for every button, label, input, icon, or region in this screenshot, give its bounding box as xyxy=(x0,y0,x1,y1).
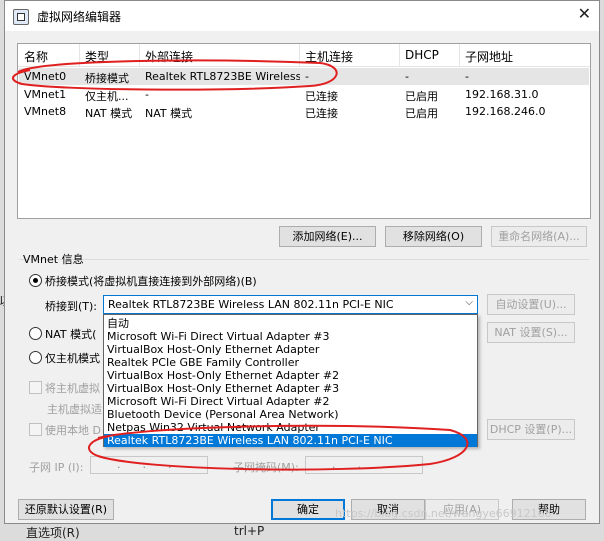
cell: Realtek RTL8723BE Wireless... xyxy=(145,70,300,83)
dropdown-option-selected[interactable]: Realtek RTL8723BE Wireless LAN 802.11n P… xyxy=(104,434,477,447)
cell: NAT 模式 xyxy=(145,107,193,120)
nat-label[interactable]: NAT 模式( xyxy=(45,326,96,342)
hostonly-label[interactable]: 仅主机模式 xyxy=(45,350,100,366)
dhcp-settings-button[interactable]: DHCP 设置(P)... xyxy=(487,419,575,440)
cell: 已连接 xyxy=(305,107,338,120)
cell: VMnet1 xyxy=(24,88,67,101)
cell: 桥接模式 xyxy=(85,72,129,85)
table-row[interactable]: VMnet1 仅主机... - 已连接 已启用 192.168.31.0 xyxy=(19,86,589,103)
nat-settings-button[interactable]: NAT 设置(S)... xyxy=(487,322,575,343)
bridge-to-label: 桥接到(T): xyxy=(45,300,98,313)
connect-host-checkbox[interactable] xyxy=(29,381,42,394)
nat-radio[interactable] xyxy=(29,327,42,340)
subnet-mask-label: 子网掩码(M): xyxy=(233,461,299,474)
cell: - xyxy=(405,70,409,83)
rename-network-button[interactable]: 重命名网络(A)... xyxy=(491,226,587,247)
cell: 192.168.246.0 xyxy=(465,105,546,118)
bridge-to-value: Realtek RTL8723BE Wireless LAN 802.11n P… xyxy=(108,298,394,311)
host-adapter-label: 主机虚拟适 xyxy=(47,403,102,416)
restore-defaults-button[interactable]: 还原默认设置(R) xyxy=(18,499,114,520)
dropdown-option[interactable]: VirtualBox Host-Only Ethernet Adapter xyxy=(104,343,477,356)
cell: - xyxy=(465,70,469,83)
col-type[interactable]: 类型 xyxy=(85,48,109,65)
col-external[interactable]: 外部连接 xyxy=(145,48,193,65)
cell: 仅主机... xyxy=(85,90,129,103)
use-dhcp-label: 使用本地 D xyxy=(45,424,101,437)
table-row[interactable]: VMnet0 桥接模式 Realtek RTL8723BE Wireless..… xyxy=(19,68,589,85)
table-row[interactable]: VMnet8 NAT 模式 NAT 模式 已连接 已启用 192.168.246… xyxy=(19,103,589,120)
list-header: 名称 类型 外部连接 主机连接 DHCP 子网地址 xyxy=(18,44,590,67)
title-bar: 虚拟网络编辑器 ✕ xyxy=(5,1,599,31)
dropdown-option[interactable]: Netpas Win32 Virtual Network Adapter xyxy=(104,421,477,434)
dropdown-option[interactable]: Microsoft Wi-Fi Direct Virtual Adapter #… xyxy=(104,395,477,408)
cell: 192.168.31.0 xyxy=(465,88,539,101)
bridged-radio[interactable] xyxy=(29,274,42,287)
dropdown-option[interactable]: 自动 xyxy=(104,317,477,330)
watermark: https://blog.csdn.net/wangye66912168 xyxy=(335,507,552,520)
connect-host-label: 将主机虚拟 xyxy=(45,382,100,395)
window-title: 虚拟网络编辑器 xyxy=(37,10,122,24)
cell: VMnet8 xyxy=(24,105,67,118)
network-app-icon xyxy=(13,9,29,25)
cell: - xyxy=(305,70,309,83)
dropdown-option[interactable]: Bluetooth Device (Personal Area Network) xyxy=(104,408,477,421)
subnet-ip-input[interactable]: ... xyxy=(90,456,208,474)
cell: 已启用 xyxy=(405,107,438,120)
cell: 已启用 xyxy=(405,90,438,103)
hostonly-radio[interactable] xyxy=(29,351,42,364)
auto-settings-button[interactable]: 自动设置(U)... xyxy=(487,294,575,315)
col-dhcp[interactable]: DHCP xyxy=(405,48,439,62)
remove-network-button[interactable]: 移除网络(O) xyxy=(385,226,482,247)
subnet-ip-label: 子网 IP (I): xyxy=(29,461,84,474)
close-icon[interactable]: ✕ xyxy=(578,4,591,24)
col-subnet[interactable]: 子网地址 xyxy=(465,48,513,65)
chevron-down-icon[interactable]: ⌵ xyxy=(465,297,473,308)
cell: NAT 模式 xyxy=(85,107,133,120)
dropdown-option[interactable]: VirtualBox Host-Only Ethernet Adapter #2 xyxy=(104,369,477,382)
dropdown-option[interactable]: Microsoft Wi-Fi Direct Virtual Adapter #… xyxy=(104,330,477,343)
ok-button[interactable]: 确定 xyxy=(271,499,345,520)
vmnet-info-divider xyxy=(19,259,589,260)
background-bottom-text: 直选项(R) xyxy=(26,526,80,540)
subnet-mask-input[interactable]: ... xyxy=(305,456,423,474)
add-network-button[interactable]: 添加网络(E)... xyxy=(279,226,376,247)
network-list[interactable]: 名称 类型 外部连接 主机连接 DHCP 子网地址 VMnet0 桥接模式 Re… xyxy=(17,43,591,219)
dropdown-option[interactable]: Realtek PCIe GBE Family Controller xyxy=(104,356,477,369)
bridge-to-select[interactable]: Realtek RTL8723BE Wireless LAN 802.11n P… xyxy=(103,295,478,314)
use-dhcp-checkbox[interactable] xyxy=(29,423,42,436)
col-name[interactable]: 名称 xyxy=(24,48,48,65)
cell: VMnet0 xyxy=(24,70,67,83)
cell: - xyxy=(145,88,149,101)
bridged-label[interactable]: 桥接模式(将虚拟机直接连接到外部网络)(B) xyxy=(45,273,257,289)
cell: 已连接 xyxy=(305,90,338,103)
vmnet-info-title: VMnet 信息 xyxy=(23,253,84,266)
bridge-to-dropdown[interactable]: 自动 Microsoft Wi-Fi Direct Virtual Adapte… xyxy=(103,314,478,447)
col-host[interactable]: 主机连接 xyxy=(305,48,353,65)
dropdown-option[interactable]: VirtualBox Host-Only Ethernet Adapter #3 xyxy=(104,382,477,395)
